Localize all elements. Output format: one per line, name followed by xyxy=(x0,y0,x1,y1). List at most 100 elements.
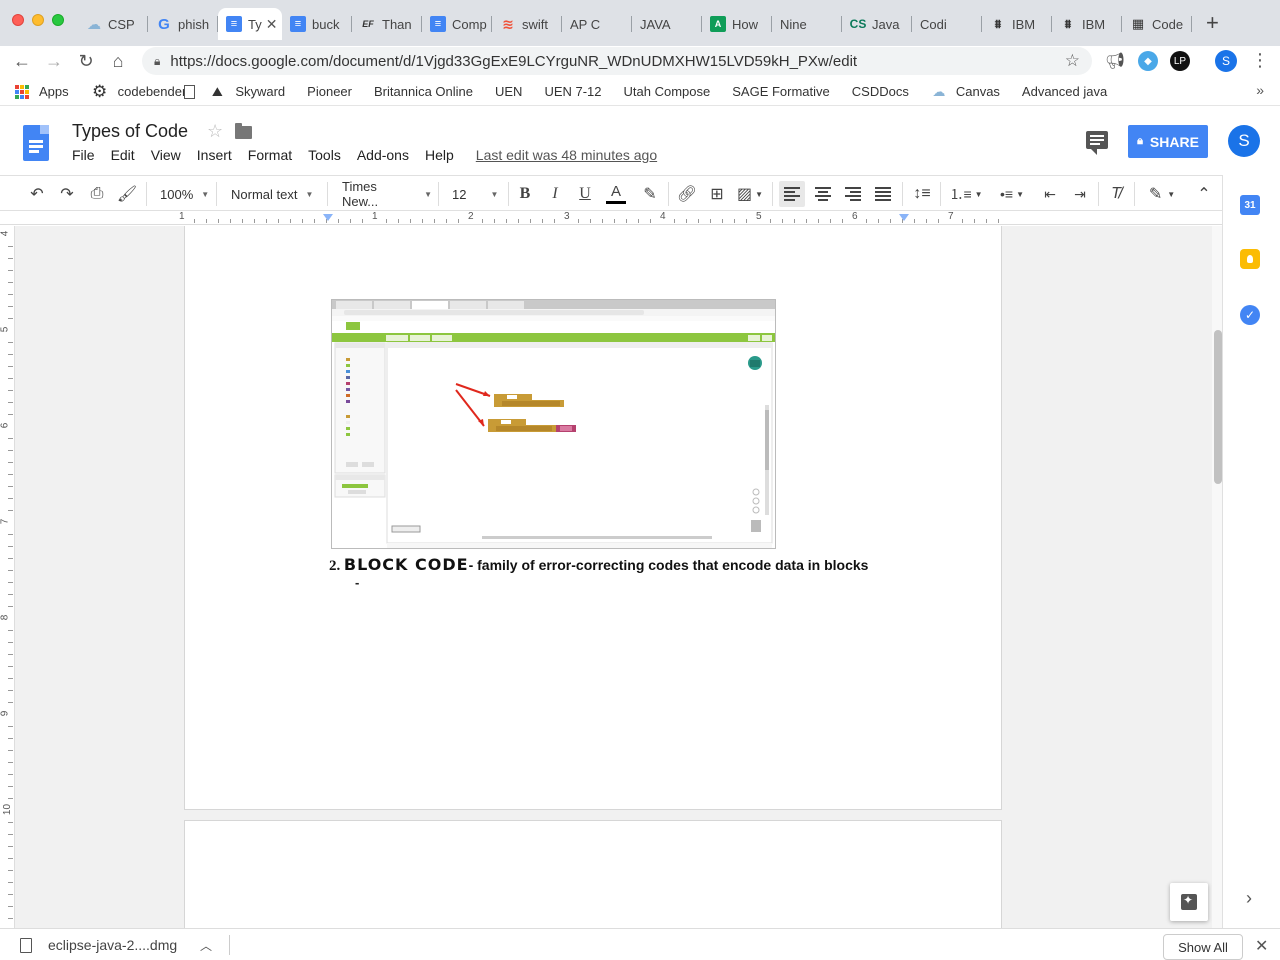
line-spacing-icon[interactable]: ↕≡ xyxy=(909,181,935,207)
calendar-icon[interactable]: 31 xyxy=(1240,195,1260,215)
italic-icon[interactable]: I xyxy=(544,181,566,207)
keep-icon[interactable] xyxy=(1240,249,1260,269)
comments-icon[interactable] xyxy=(1086,131,1108,155)
folder-icon[interactable] xyxy=(235,123,252,139)
browser-tab[interactable]: Codi xyxy=(912,8,982,40)
reload-icon[interactable]: ↻ xyxy=(74,49,98,73)
bookmark-item[interactable]: Pioneer xyxy=(184,84,352,99)
document-page[interactable]: 2. BLOCK CODE- family of error-correctin… xyxy=(184,226,1002,810)
editing-mode-icon[interactable]: ✎ ▼ xyxy=(1142,181,1182,207)
bookmark-item[interactable]: Britannica Online xyxy=(184,84,473,99)
omnibox[interactable]: 🔒︎ https://docs.google.com/document/d/1V… xyxy=(142,47,1092,75)
bookmark-item[interactable]: Advanced java xyxy=(184,84,1107,99)
show-all-button[interactable]: Show All xyxy=(1163,934,1243,960)
browser-tab[interactable]: ≡ Comp xyxy=(422,8,492,40)
clear-formatting-icon[interactable]: T̸ xyxy=(1104,181,1128,207)
chevron-up-icon[interactable]: ⌃ xyxy=(1192,181,1216,207)
close-tab-icon[interactable]: ✕ xyxy=(266,16,278,33)
scrollbar-thumb[interactable] xyxy=(1214,330,1222,484)
chrome-profile-avatar[interactable]: S xyxy=(1215,50,1237,72)
new-tab-button[interactable]: + xyxy=(1206,12,1219,34)
chevron-up-icon[interactable]: ︿ xyxy=(200,937,212,954)
bookmark-item[interactable]: ⚙ codebender xyxy=(91,82,186,101)
align-left-icon[interactable] xyxy=(779,181,805,207)
dash-line[interactable]: - xyxy=(355,575,359,590)
indent-marker-icon[interactable] xyxy=(899,214,909,221)
justify-icon[interactable] xyxy=(871,181,895,207)
download-item[interactable]: eclipse-java-2....dmg xyxy=(20,937,177,953)
align-right-icon[interactable] xyxy=(841,181,865,207)
chevron-right-icon[interactable]: › xyxy=(1246,888,1252,909)
menu-insert[interactable]: Insert xyxy=(197,147,232,163)
undo-icon[interactable]: ↶ xyxy=(25,181,49,207)
browser-tab[interactable]: Nine xyxy=(772,8,842,40)
menu-file[interactable]: File xyxy=(72,147,95,163)
increase-indent-icon[interactable]: ⇥ xyxy=(1068,181,1092,207)
forward-icon[interactable]: → xyxy=(42,49,66,73)
link-icon[interactable]: 🔗︎ xyxy=(675,181,699,207)
bookmark-item[interactable]: ☁ Canvas xyxy=(931,84,1000,100)
lastpass-extension-icon[interactable]: LP xyxy=(1170,51,1190,71)
insert-image-icon[interactable]: ▨ ▼ xyxy=(733,181,767,207)
close-window-button[interactable] xyxy=(12,14,24,26)
home-icon[interactable]: ⌂ xyxy=(106,49,130,73)
print-icon[interactable]: ⎙ xyxy=(85,181,109,207)
underline-icon[interactable]: U xyxy=(574,181,596,207)
font-size-select[interactable]: 12 ▼ xyxy=(452,181,502,207)
bookmark-item[interactable]: CSDDocs xyxy=(184,84,909,99)
document-title[interactable]: Types of Code xyxy=(72,121,188,142)
browser-tab[interactable]: Gphish xyxy=(148,8,218,40)
browser-tab[interactable]: A How xyxy=(702,8,772,40)
bookmark-star-icon[interactable]: ☆ xyxy=(1065,51,1080,71)
menu-addons[interactable]: Add-ons xyxy=(357,147,409,163)
document-scrollbar[interactable] xyxy=(1212,226,1222,928)
text-color-icon[interactable]: A xyxy=(604,181,628,207)
last-edit-link[interactable]: Last edit was 48 minutes ago xyxy=(476,147,657,163)
browser-tab[interactable]: ⩩ IBM xyxy=(1052,8,1122,40)
highlight-color-icon[interactable]: ✎ xyxy=(638,181,662,207)
menu-help[interactable]: Help xyxy=(425,147,454,163)
bookmark-item[interactable]: UEN 7-12 xyxy=(184,84,602,99)
bold-icon[interactable]: B xyxy=(514,181,536,207)
browser-tab[interactable]: ▦ Code xyxy=(1122,8,1192,40)
share-button[interactable]: 🔒︎ SHARE xyxy=(1128,125,1208,158)
google-docs-logo[interactable] xyxy=(23,125,49,161)
bookmarks-overflow-icon[interactable]: » xyxy=(1256,82,1264,98)
paragraph-style-select[interactable]: Normal text ▼ xyxy=(231,181,321,207)
star-icon[interactable]: ☆ xyxy=(207,121,223,142)
menu-view[interactable]: View xyxy=(151,147,181,163)
close-icon[interactable]: ✕ xyxy=(1255,936,1268,956)
browser-tab[interactable]: CS Java xyxy=(842,8,912,40)
align-center-icon[interactable] xyxy=(811,181,835,207)
bookmark-item[interactable]: Apps xyxy=(14,84,69,100)
bulleted-list-icon[interactable]: •≡ ▼ xyxy=(992,181,1032,207)
indent-marker-icon[interactable] xyxy=(323,214,333,221)
font-family-select[interactable]: Times New... ▼ xyxy=(342,179,432,209)
bookmark-item[interactable]: Utah Compose xyxy=(184,84,710,99)
account-avatar[interactable]: S xyxy=(1228,125,1260,157)
document-page-2[interactable] xyxy=(184,820,1002,928)
add-comment-icon[interactable]: ⊞ xyxy=(705,181,729,207)
menu-edit[interactable]: Edit xyxy=(111,147,135,163)
embedded-app-inventor-screenshot[interactable] xyxy=(331,299,776,549)
chrome-menu-icon[interactable]: ⋮ xyxy=(1251,51,1269,69)
browser-tab[interactable]: ≋ swift xyxy=(492,8,562,40)
browser-tab[interactable]: ⩩ IBM xyxy=(982,8,1052,40)
redo-icon[interactable]: ↷ xyxy=(55,181,79,207)
tasks-icon[interactable]: ✓ xyxy=(1240,305,1260,325)
megaphone-extension-icon[interactable]: 📢︎ xyxy=(1105,51,1125,71)
block-code-heading[interactable]: 2. BLOCK CODE- family of error-correctin… xyxy=(329,555,868,575)
decrease-indent-icon[interactable]: ⇤ xyxy=(1038,181,1062,207)
numbered-list-icon[interactable]: ⒈≡ ▼ xyxy=(946,181,986,207)
menu-tools[interactable]: Tools xyxy=(308,147,341,163)
back-icon[interactable]: ← xyxy=(10,49,34,73)
bookmark-item[interactable]: SAGE Formative xyxy=(184,84,830,99)
paint-format-icon[interactable]: 🖌︎ xyxy=(115,181,139,207)
browser-tab[interactable]: AP C xyxy=(562,8,632,40)
extension-blue-icon[interactable]: ◆ xyxy=(1138,51,1158,71)
menu-format[interactable]: Format xyxy=(248,147,292,163)
browser-tab[interactable]: EF Than xyxy=(352,8,422,40)
bookmark-item[interactable]: ⛰ Skyward xyxy=(208,84,285,100)
maximize-window-button[interactable] xyxy=(52,14,64,26)
browser-tab[interactable]: JAVA xyxy=(632,8,702,40)
